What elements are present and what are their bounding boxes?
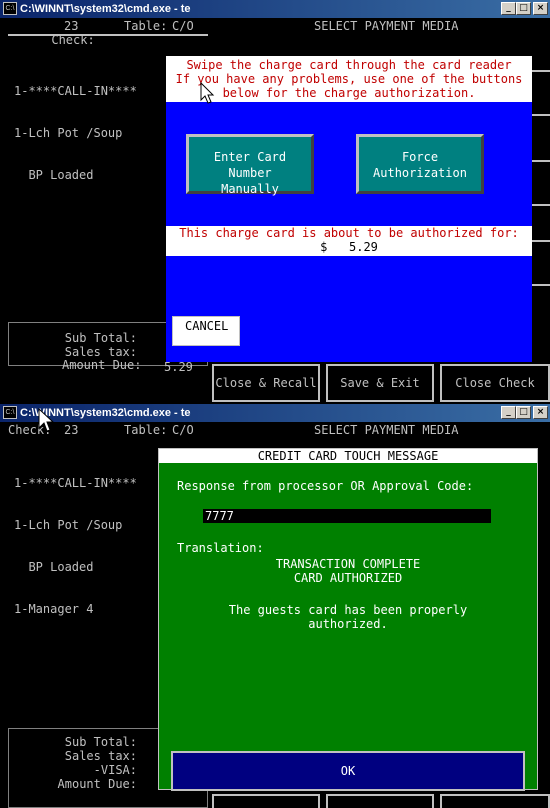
- table-value: C/O: [172, 423, 194, 437]
- title-bar[interactable]: C:\ C:\WINNT\system32\cmd.exe - te _ □ ×: [0, 0, 550, 18]
- table-value: C/O: [172, 19, 194, 33]
- auth-text: This charge card is about to be authoriz…: [179, 226, 519, 240]
- console-area: Check: 23 Table: C/O SELECT PAYMENT MEDI…: [0, 408, 550, 808]
- auth-amount: 5.29: [349, 240, 378, 254]
- swipe-message: Swipe the charge card through the card r…: [166, 56, 532, 102]
- minimize-button[interactable]: _: [501, 2, 516, 15]
- dialog-title: CREDIT CARD TOUCH MESSAGE: [159, 449, 537, 463]
- subtotal-label: Sub Total:: [64, 735, 137, 749]
- message-line: Swipe the charge card through the card r…: [186, 58, 512, 72]
- button-label: Authorization: [373, 166, 467, 180]
- button-label: Force: [401, 150, 439, 164]
- cancel-button[interactable]: CANCEL: [172, 316, 240, 346]
- list-item[interactable]: 1-****CALL-IN****: [14, 476, 137, 490]
- maximize-button[interactable]: □: [516, 406, 531, 419]
- table-label: Table:: [124, 19, 168, 33]
- minimize-button[interactable]: _: [501, 406, 516, 419]
- mouse-pointer-icon: [38, 408, 55, 432]
- sales-tax-label: Sales tax:: [64, 749, 137, 763]
- console-window-1: C:\ C:\WINNT\system32\cmd.exe - te _ □ × C…: [0, 0, 550, 404]
- screen-title: SELECT PAYMENT MEDIA: [314, 423, 459, 437]
- save-exit-button[interactable]: Save & Exit: [326, 364, 434, 402]
- screen-title: SELECT PAYMENT MEDIA: [314, 19, 459, 33]
- translation-label: Translation:: [177, 541, 264, 555]
- message-line: If you have any problems, use one of the…: [175, 72, 523, 86]
- close-button[interactable]: ×: [533, 406, 548, 419]
- force-authorization-button[interactable]: Force Authorization: [356, 134, 484, 194]
- button-label: Manually: [221, 182, 279, 196]
- console-area: Check: 23 Table: C/O SELECT PAYMENT MEDI…: [0, 18, 550, 404]
- button-label: Enter Card Number: [213, 150, 287, 180]
- subtotal-label: Sub Total:: [64, 331, 137, 345]
- maximize-button[interactable]: □: [516, 2, 531, 15]
- enter-card-manually-button[interactable]: Enter Card Number Manually: [186, 134, 314, 196]
- side-button[interactable]: [530, 70, 550, 116]
- close-button[interactable]: ×: [533, 2, 548, 15]
- message-line: below for the charge authorization.: [222, 86, 476, 100]
- list-item[interactable]: 1-Manager 4: [14, 602, 137, 616]
- close-check-button[interactable]: Close Check: [440, 364, 550, 402]
- bottom-button[interactable]: [326, 794, 434, 808]
- list-item[interactable]: 1-Lch Pot /Soup: [14, 518, 137, 532]
- console-window-2: C:\ C:\WINNT\system32\cmd.exe - te _ □ × C…: [0, 404, 550, 808]
- order-items: 1-****CALL-IN**** 1-Lch Pot /Soup BP Loa…: [14, 448, 137, 644]
- translation-line: TRANSACTION COMPLETE: [275, 557, 421, 571]
- translation-line: CARD AUTHORIZED: [293, 571, 403, 585]
- result-message: The guests card has been properly: [228, 603, 468, 617]
- side-button[interactable]: [530, 160, 550, 206]
- authorization-amount-box: This charge card is about to be authoriz…: [166, 226, 532, 256]
- charge-authorization-dialog: Swipe the charge card through the card r…: [166, 56, 532, 362]
- title-bar[interactable]: C:\ C:\WINNT\system32\cmd.exe - te _ □ ×: [0, 404, 550, 422]
- response-label: Response from processor OR Approval Code…: [177, 479, 474, 493]
- check-number: 23: [64, 19, 79, 33]
- list-item[interactable]: BP Loaded: [14, 168, 137, 182]
- amount-due-label: Amount Due:: [62, 358, 142, 372]
- check-number: 23: [64, 423, 79, 437]
- cmd-icon: C:\: [3, 406, 17, 419]
- currency-symbol: $: [320, 240, 328, 254]
- list-item[interactable]: 1-Lch Pot /Soup: [14, 126, 137, 140]
- order-items: 1-****CALL-IN**** 1-Lch Pot /Soup BP Loa…: [14, 56, 137, 210]
- close-recall-button[interactable]: Close & Recall: [212, 364, 320, 402]
- bottom-button[interactable]: [212, 794, 320, 808]
- bottom-button[interactable]: [440, 794, 550, 808]
- list-item[interactable]: 1-****CALL-IN****: [14, 84, 137, 98]
- mouse-pointer-icon: [200, 82, 215, 104]
- amount-due-value: 5.29: [164, 360, 193, 374]
- visa-label: -VISA:: [93, 763, 137, 777]
- amount-due-label: Amount Due:: [57, 777, 137, 791]
- header-separator: [8, 34, 208, 36]
- table-label: Table:: [124, 423, 168, 437]
- sales-tax-label: Sales tax:: [64, 345, 137, 359]
- credit-card-message-dialog: CREDIT CARD TOUCH MESSAGE Response from …: [158, 448, 538, 791]
- approval-code-field[interactable]: 7777: [203, 509, 491, 523]
- cmd-icon: C:\: [3, 2, 17, 15]
- ok-button[interactable]: OK: [171, 751, 525, 791]
- window-title: C:\WINNT\system32\cmd.exe - te: [20, 3, 191, 15]
- side-button[interactable]: [530, 240, 550, 286]
- list-item[interactable]: BP Loaded: [14, 560, 137, 574]
- result-message: authorized.: [308, 617, 388, 631]
